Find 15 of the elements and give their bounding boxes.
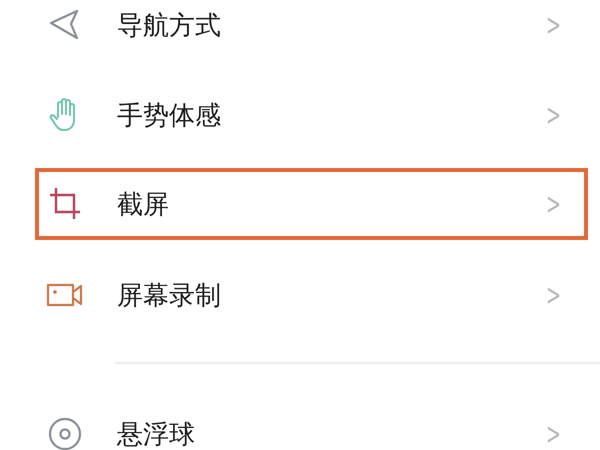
row-label: 手势体感	[117, 100, 222, 132]
chevron-icon: >	[546, 278, 561, 312]
settings-row[interactable]: 截屏 >	[35, 168, 588, 240]
row-label: 屏幕录制	[117, 280, 222, 312]
row-label: 截屏	[117, 188, 170, 222]
chevron-icon: >	[546, 186, 561, 222]
settings-row[interactable]: 手势体感 >	[0, 70, 600, 160]
chevron-icon: >	[546, 8, 561, 42]
row-label: 导航方式	[117, 10, 222, 42]
chevron-icon: >	[546, 98, 561, 132]
row-label: 悬浮球	[117, 418, 196, 450]
chevron-icon: >	[546, 416, 561, 450]
settings-row[interactable]: 导航方式 >	[0, 0, 600, 70]
settings-row[interactable]: 悬浮球 >	[0, 389, 600, 450]
settings-row[interactable]: 屏幕录制 >	[0, 250, 600, 340]
